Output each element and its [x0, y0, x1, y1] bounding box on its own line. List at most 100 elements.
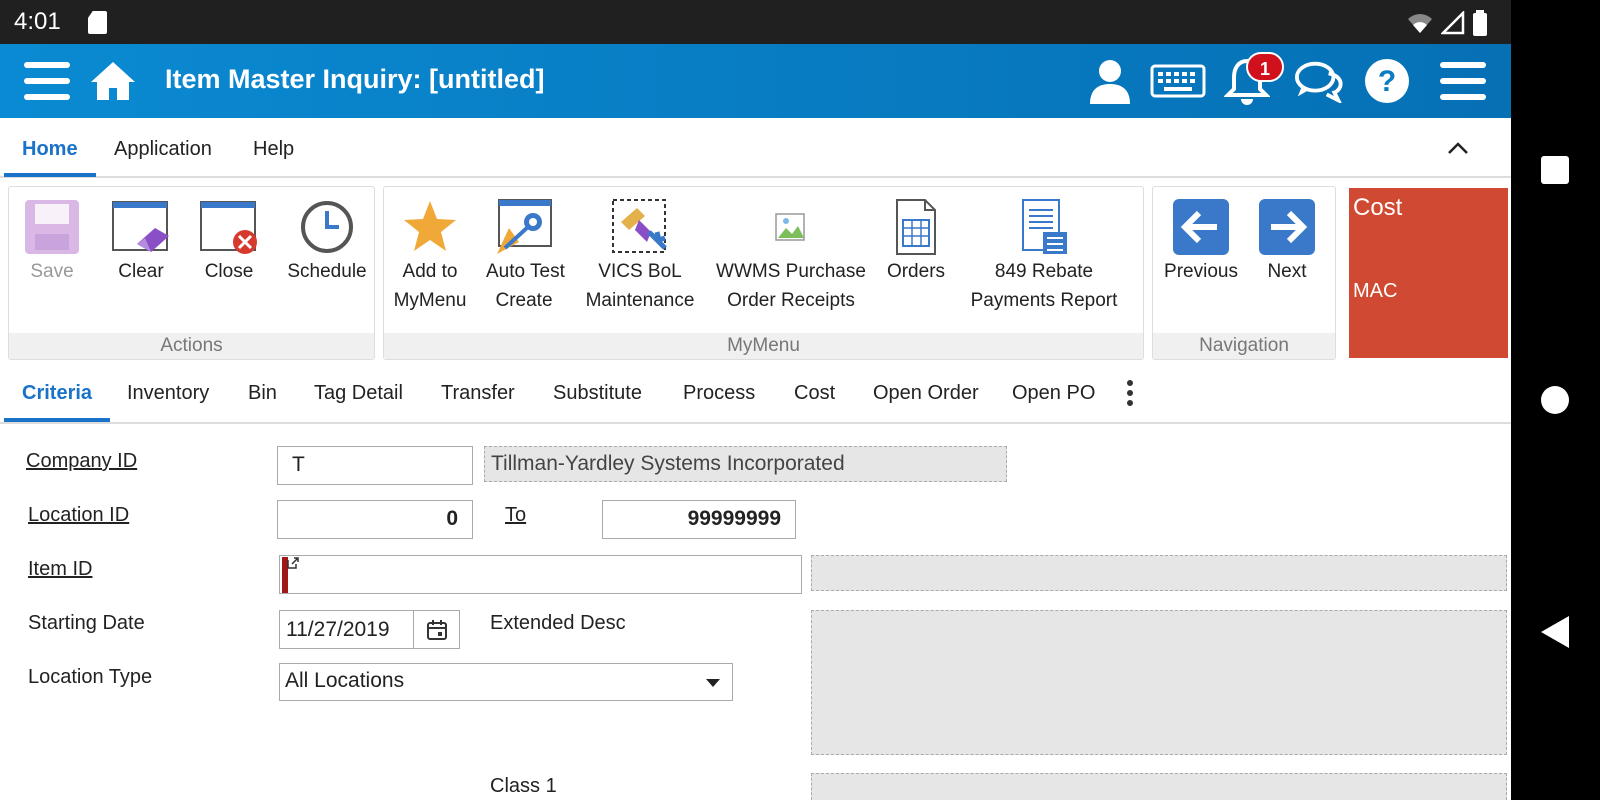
vics-bol-icon	[610, 197, 670, 257]
tab-criteria[interactable]: Criteria	[22, 382, 92, 405]
location-id-to-input[interactable]: 99999999	[602, 500, 796, 539]
actions-group: Save Clear Close Schedule Actions	[8, 186, 375, 360]
class1-display	[811, 773, 1507, 800]
help-icon[interactable]: ?	[1362, 56, 1412, 106]
wifi-icon	[1408, 14, 1432, 33]
orders-label: Orders	[886, 261, 946, 282]
eraser-icon	[111, 197, 171, 257]
close-button[interactable]: Close	[197, 197, 261, 286]
save-icon	[22, 197, 82, 257]
starting-date-label: Starting Date	[28, 612, 145, 634]
tab-process[interactable]: Process	[683, 382, 755, 405]
home-icon[interactable]	[88, 56, 138, 106]
tab-open-po[interactable]: Open PO	[1012, 382, 1095, 405]
tab-help[interactable]: Help	[253, 138, 294, 161]
star-icon	[400, 197, 460, 257]
tab-substitute[interactable]: Substitute	[553, 382, 642, 405]
previous-label: Previous	[1164, 261, 1238, 282]
add-to-mymenu-button[interactable]: Add to MyMenu	[390, 197, 470, 315]
orders-button[interactable]: Orders	[884, 197, 948, 286]
next-label: Next	[1267, 261, 1307, 282]
report-icon	[1014, 197, 1074, 257]
auto-test-label-2: Create	[495, 290, 553, 311]
tab-cost[interactable]: Cost	[794, 382, 835, 405]
wwms-purchase-label-2: Order Receipts	[727, 290, 855, 311]
save-button[interactable]: Save	[17, 197, 87, 286]
tab-inventory[interactable]: Inventory	[127, 382, 209, 405]
app-header: Item Master Inquiry: [untitled] 1 ?	[0, 44, 1511, 118]
tab-application[interactable]: Application	[114, 138, 212, 161]
company-id-label[interactable]: Company ID	[26, 450, 137, 473]
chevron-down-icon	[706, 679, 720, 687]
rebate-label-1: 849 Rebate	[994, 261, 1094, 282]
menu-tab-bar: Home Application Help	[0, 118, 1511, 178]
orders-document-icon	[886, 197, 946, 257]
next-button[interactable]: Next	[1255, 197, 1319, 286]
mymenu-group: Add to MyMenu Auto Test Create VICS BoL …	[383, 186, 1144, 360]
schedule-label: Schedule	[287, 261, 367, 282]
arrow-right-icon	[1257, 197, 1317, 257]
keyboard-icon[interactable]	[1150, 56, 1206, 106]
849-rebate-payments-report-button[interactable]: 849 Rebate Payments Report	[964, 197, 1124, 315]
item-description-display	[811, 555, 1507, 591]
tab-open-order[interactable]: Open Order	[873, 382, 979, 405]
cost-tile[interactable]: Cost MAC	[1349, 188, 1508, 358]
location-to-label[interactable]: To	[505, 504, 526, 527]
location-id-label[interactable]: Location ID	[28, 504, 129, 527]
collapse-ribbon-icon[interactable]	[1446, 136, 1470, 160]
hamburger-menu-icon[interactable]	[22, 56, 72, 106]
battery-icon	[1473, 10, 1487, 36]
clear-label: Clear	[118, 261, 164, 282]
home-nav-button[interactable]	[1541, 386, 1569, 414]
external-link-icon[interactable]	[286, 556, 300, 570]
vics-bol-label-1: VICS BoL	[598, 261, 682, 282]
previous-button[interactable]: Previous	[1161, 197, 1241, 286]
wwms-purchase-order-receipts-button[interactable]: WWMS Purchase Order Receipts	[716, 197, 866, 315]
wwms-purchase-label-1: WWMS Purchase	[716, 261, 866, 282]
clock-icon	[297, 197, 357, 257]
auto-test-create-button[interactable]: Auto Test Create	[486, 197, 565, 315]
extended-desc-display	[811, 610, 1507, 755]
tab-transfer[interactable]: Transfer	[441, 382, 515, 405]
company-id-input[interactable]: T	[277, 446, 473, 485]
location-type-label: Location Type	[28, 666, 153, 688]
signal-icon	[1441, 11, 1465, 35]
chat-icon[interactable]	[1294, 56, 1344, 106]
schedule-button[interactable]: Schedule	[283, 197, 371, 286]
page-title: Item Master Inquiry: [untitled]	[165, 64, 545, 94]
status-time: 4:01	[14, 8, 61, 35]
actions-group-label: Actions	[9, 333, 374, 359]
more-tabs-icon[interactable]	[1124, 380, 1136, 410]
tab-home[interactable]: Home	[22, 138, 78, 161]
close-window-icon	[199, 197, 259, 257]
cost-tile-value: MAC	[1353, 280, 1398, 302]
tab-bin[interactable]: Bin	[248, 382, 277, 405]
class1-label: Class 1	[490, 775, 557, 797]
clear-button[interactable]: Clear	[109, 197, 173, 286]
cost-tile-title: Cost	[1353, 194, 1403, 221]
item-id-input[interactable]	[279, 555, 802, 594]
calendar-icon[interactable]	[413, 611, 459, 648]
inquiry-tab-bar: Criteria Inventory Bin Tag Detail Transf…	[0, 368, 1511, 424]
auto-test-icon	[494, 197, 554, 257]
back-nav-button[interactable]	[1541, 616, 1569, 648]
starting-date-field[interactable]: 11/27/2019	[279, 610, 460, 649]
location-type-select[interactable]: All Locations	[279, 663, 733, 701]
close-label: Close	[204, 261, 254, 282]
sd-card-icon	[88, 11, 107, 34]
rebate-label-2: Payments Report	[970, 290, 1118, 311]
vics-bol-maintenance-button[interactable]: VICS BoL Maintenance	[582, 197, 698, 315]
tab-tag-detail[interactable]: Tag Detail	[314, 382, 403, 405]
extended-desc-label: Extended Desc	[490, 612, 626, 634]
navigation-group: Previous Next Navigation	[1152, 186, 1336, 360]
status-bar: 4:01	[0, 0, 1511, 44]
location-id-from-input[interactable]: 0	[277, 500, 473, 539]
user-profile-icon[interactable]	[1085, 56, 1135, 106]
item-id-label[interactable]: Item ID	[28, 558, 92, 581]
recent-apps-button[interactable]	[1541, 156, 1569, 184]
add-to-mymenu-label-2: MyMenu	[393, 290, 467, 311]
svg-text:?: ?	[1378, 65, 1396, 98]
notification-count-badge: 1	[1246, 52, 1284, 82]
options-menu-icon[interactable]	[1438, 56, 1488, 106]
add-to-mymenu-label-1: Add to	[402, 261, 458, 282]
